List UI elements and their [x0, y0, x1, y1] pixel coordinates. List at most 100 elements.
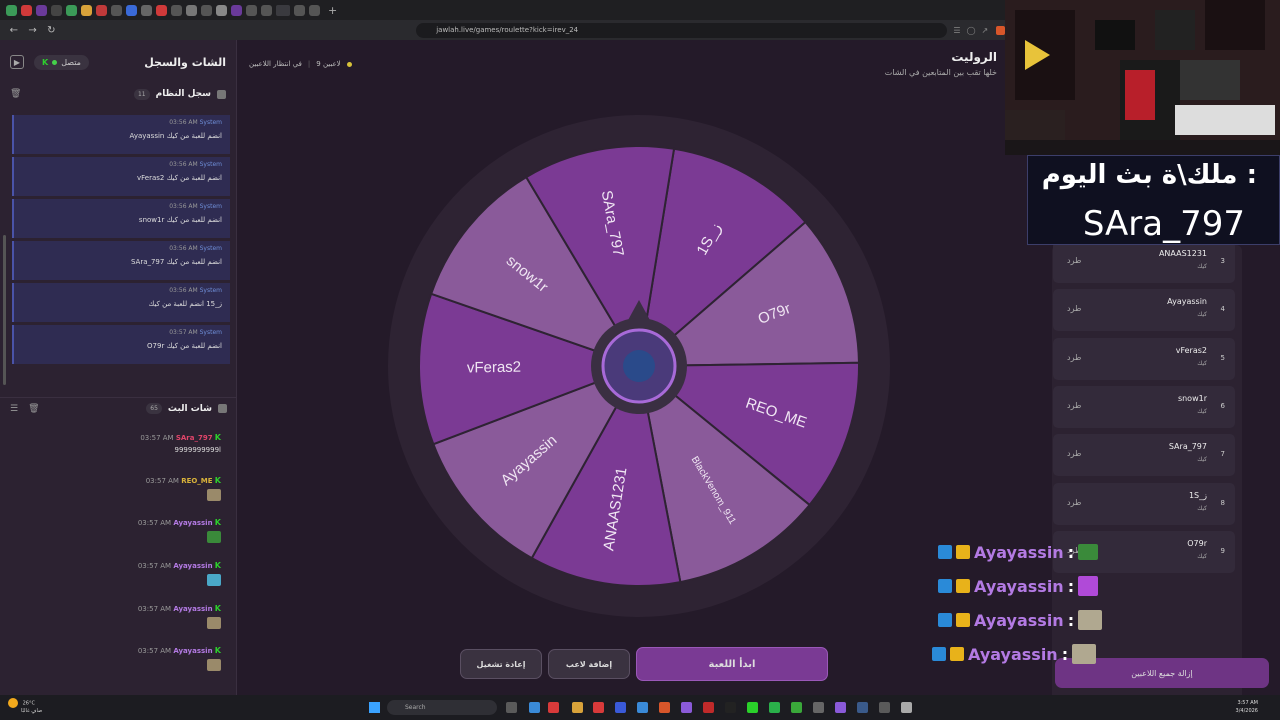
chat-message: 03:57 AM Ayayassin K: [0, 604, 237, 647]
scrollbar[interactable]: [3, 235, 6, 385]
tab-icon[interactable]: [231, 4, 242, 16]
system-clock[interactable]: 3:57 AM 3/4/2026: [1236, 699, 1258, 715]
tab-icon[interactable]: [216, 4, 227, 16]
system-log-item: 03:57 AM System O79r انضم للعبة من كيك: [12, 325, 230, 364]
kick-player-button[interactable]: طرد: [1067, 353, 1081, 362]
new-tab-icon[interactable]: +: [328, 4, 337, 17]
kick-player-button[interactable]: طرد: [1067, 256, 1081, 265]
taskbar-search[interactable]: Search: [387, 700, 497, 715]
tab-icon[interactable]: [36, 4, 47, 16]
zoom-icon[interactable]: ◯: [967, 26, 976, 35]
system-log-item: 03:56 AM System snow1r انضم للعبة من كيك: [12, 199, 230, 238]
taskbar-app-icon[interactable]: [879, 702, 890, 713]
reload-icon[interactable]: ↻: [46, 25, 56, 36]
logo-emblem-icon: [623, 350, 655, 382]
tab-icon[interactable]: [66, 4, 77, 16]
kick-player-button[interactable]: طرد: [1067, 498, 1081, 507]
taskbar-app-icon[interactable]: [835, 702, 846, 713]
log-meta: 03:56 AM System: [169, 161, 222, 168]
log-meta: 03:56 AM System: [169, 119, 222, 126]
menu-icon[interactable]: ☰: [10, 404, 18, 414]
player-row: 7 SAra_797 كيك طرد: [1053, 434, 1235, 477]
tab-icon[interactable]: [96, 4, 107, 16]
tab-icon[interactable]: [126, 4, 137, 16]
start-game-button[interactable]: ابدأ اللعبة: [636, 647, 828, 681]
taskbar-app-icon[interactable]: [813, 702, 824, 713]
taskbar-app-icon[interactable]: [703, 702, 714, 713]
taskbar-app-icon[interactable]: [529, 702, 540, 713]
tab-icon[interactable]: [141, 4, 152, 16]
trash-icon[interactable]: 🗑: [28, 404, 39, 414]
taskbar-app-icon[interactable]: [857, 702, 868, 713]
player-platform: كيك: [1197, 407, 1207, 415]
tab-icon[interactable]: [81, 4, 92, 16]
tab-icon[interactable]: [156, 4, 167, 16]
taskbar-app-icon[interactable]: [659, 702, 670, 713]
stream-chat-list[interactable]: 03:57 AM SAra_797 K 9999999999ا 03:57 AM…: [0, 433, 237, 689]
collapse-icon[interactable]: ▶: [10, 55, 24, 69]
trash-icon[interactable]: 🗑: [10, 89, 21, 99]
windows-start-icon[interactable]: [369, 702, 380, 713]
weather-temp: 26°C: [22, 700, 35, 707]
taskbar-app-icon[interactable]: [901, 702, 912, 713]
log-message: snow1r انضم للعبة من كيك: [138, 216, 222, 224]
stream-chat-header: ☰ 🗑 65 شات البث: [0, 397, 237, 419]
weather-widget[interactable]: 26°C صافٍ غالبًا: [8, 698, 42, 714]
roulette-wheel[interactable]: 1S_ز O79r REO_ME BlackVenom_911 ANAAS1231 Aya…: [388, 115, 890, 617]
tab-icon[interactable]: [201, 4, 212, 16]
tab-icon[interactable]: [6, 4, 17, 16]
taskbar-app-icon[interactable]: [637, 702, 648, 713]
tab-icon[interactable]: [21, 4, 32, 16]
player-name: ANAAS1231: [1158, 249, 1207, 258]
overlay-chat-row: Ayayassin :: [938, 541, 1099, 563]
player-name: SAra_797: [1168, 442, 1207, 452]
tab-icon[interactable]: [309, 4, 320, 16]
translate-icon[interactable]: ☰: [953, 26, 960, 35]
system-log-item: 03:56 AM System vFeras2 انضم للعبة من كي…: [12, 157, 230, 196]
restart-button[interactable]: إعادة تشغيل: [460, 649, 542, 679]
kick-player-button[interactable]: طرد: [1067, 449, 1081, 458]
share-icon[interactable]: ↗: [982, 26, 989, 35]
game-controls: إعادة تشغيل إضافة لاعب ابدأ اللعبة: [460, 647, 828, 681]
kick-player-button[interactable]: طرد: [1067, 304, 1081, 313]
tab-icon[interactable]: [171, 4, 182, 16]
brave-shield-icon[interactable]: [996, 25, 1005, 35]
clock-date: 3/4/2026: [1235, 708, 1258, 714]
tab-icon[interactable]: [261, 4, 272, 16]
forward-icon[interactable]: →: [28, 25, 38, 36]
taskbar-app-icon[interactable]: [506, 702, 517, 713]
overlay-separator: :: [1061, 644, 1069, 664]
roulette-game: الروليت خلها تقب بين المتابعين في الشات …: [237, 40, 1269, 710]
taskbar-app-icon[interactable]: [548, 702, 559, 713]
taskbar-app-icon[interactable]: [791, 702, 802, 713]
taskbar-app-icon[interactable]: [615, 702, 626, 713]
tab-icon[interactable]: [246, 4, 257, 16]
player-row: 4 Ayayassin كيك طرد: [1053, 289, 1235, 332]
back-icon[interactable]: ←: [9, 25, 19, 36]
tab-icon[interactable]: [111, 4, 122, 16]
tab-icon[interactable]: [294, 4, 305, 16]
player-platform: كيك: [1197, 504, 1207, 512]
emote-icon: [207, 574, 221, 587]
player-name: 1S_ز: [1188, 490, 1207, 500]
add-player-button[interactable]: إضافة لاعب: [548, 649, 630, 679]
kick-player-button[interactable]: طرد: [1067, 401, 1081, 410]
chat-meta: 03:57 AM Ayayassin K: [137, 646, 221, 656]
wheel-svg[interactable]: 1S_زO79rREO_MEBlackVenom_911ANAAS1231Aya…: [388, 115, 890, 617]
tab-icon[interactable]: [51, 4, 62, 16]
taskbar-app-icon[interactable]: [747, 702, 758, 713]
emote-icon: [1078, 576, 1099, 596]
taskbar-app-icon[interactable]: [572, 702, 583, 713]
taskbar-app-icon[interactable]: [725, 702, 736, 713]
emote-icon: [1078, 610, 1103, 630]
url-field[interactable]: jawlah.live/games/roulette?kick=irev_24: [416, 22, 948, 38]
taskbar-app-icon[interactable]: [593, 702, 604, 713]
player-name: Ayayassin: [1167, 297, 1207, 307]
active-tab[interactable]: [276, 4, 290, 16]
player-row: 6 snow1r كيك طرد: [1053, 385, 1235, 428]
taskbar-app-icon[interactable]: [681, 702, 692, 713]
taskbar-app-icon[interactable]: [769, 702, 780, 713]
tab-icon[interactable]: [186, 4, 197, 16]
system-log-list[interactable]: 03:56 AM System Ayayassin انضم للعبة من …: [12, 115, 230, 375]
crown-badge-icon: [956, 613, 970, 627]
